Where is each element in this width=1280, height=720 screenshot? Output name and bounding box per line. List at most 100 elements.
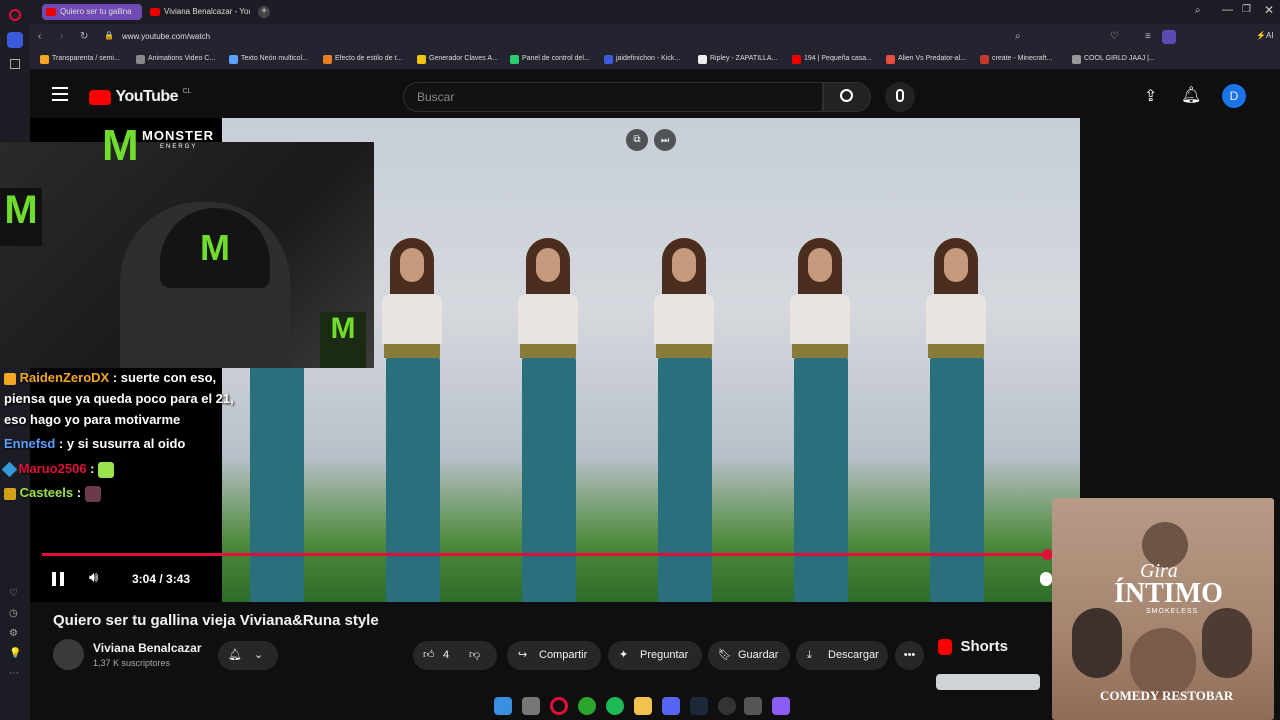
ad-person bbox=[1072, 608, 1122, 678]
home-icon[interactable] bbox=[7, 32, 23, 48]
discord-icon[interactable] bbox=[662, 697, 680, 715]
back-icon[interactable]: ‹ bbox=[38, 31, 41, 42]
settings-taskbar-icon[interactable] bbox=[744, 697, 762, 715]
share-label: Compartir bbox=[539, 649, 588, 661]
bookmark-item[interactable]: Ripley - ZAPATILLA... bbox=[698, 55, 777, 64]
search-input[interactable]: Buscar bbox=[403, 82, 823, 112]
obs-icon[interactable] bbox=[718, 697, 736, 715]
notifications-bell-icon[interactable]: 🔔︎ bbox=[1181, 85, 1201, 105]
bookmark-item[interactable]: Panel de control del... bbox=[510, 55, 590, 64]
forward-icon[interactable]: › bbox=[60, 31, 63, 42]
bookmark-item[interactable]: COOL GIRLD JAAJ |... bbox=[1072, 55, 1155, 64]
url-field[interactable]: www.youtube.com/watch bbox=[122, 32, 210, 41]
opera-logo-icon[interactable] bbox=[9, 9, 21, 21]
subscribe-notifications-button[interactable]: 🔔︎ ⌄ bbox=[218, 641, 278, 670]
chat-badge-icon bbox=[4, 487, 16, 500]
settings-icon[interactable]: ⚙ bbox=[9, 628, 18, 639]
bookmark-icon[interactable]: ♡ bbox=[1110, 31, 1119, 42]
ask-label: Preguntar bbox=[640, 649, 689, 661]
app-taskbar-icon[interactable] bbox=[772, 697, 790, 715]
channel-avatar[interactable] bbox=[53, 639, 84, 670]
dislike-button[interactable]: 👎︎ bbox=[469, 641, 480, 670]
bookmark-item[interactable]: Texto Neón multicol... bbox=[229, 55, 308, 64]
ai-label: AI bbox=[1265, 31, 1274, 40]
voice-search-button[interactable] bbox=[885, 82, 915, 112]
share-button[interactable]: ↪ Compartir bbox=[507, 641, 601, 670]
new-tab-button[interactable]: + bbox=[258, 6, 270, 18]
shorts-thumbnail[interactable] bbox=[936, 674, 1040, 690]
bookmark-item[interactable]: create - Minecraft... bbox=[980, 55, 1052, 64]
chat-badge-icon bbox=[1, 461, 18, 478]
history-icon[interactable]: ◷ bbox=[9, 608, 18, 619]
spotify-icon[interactable] bbox=[606, 697, 624, 715]
monster-can-icon: M bbox=[0, 188, 42, 246]
channel-name[interactable]: Viviana Benalcazar bbox=[93, 641, 202, 655]
steam-icon[interactable] bbox=[690, 697, 708, 715]
bookmark-label: Texto Neón multicol... bbox=[241, 55, 308, 62]
chat-text: : bbox=[90, 461, 95, 476]
chat-message: Casteels : bbox=[4, 485, 101, 502]
close-button[interactable]: ✕ bbox=[1264, 3, 1274, 17]
like-count: 4 bbox=[443, 649, 450, 661]
bookmark-item[interactable]: Transparenta / semi... bbox=[40, 55, 120, 64]
xbox-icon[interactable] bbox=[578, 697, 596, 715]
shorts-header[interactable]: Shorts bbox=[938, 638, 1008, 656]
shorts-label: Shorts bbox=[960, 638, 1008, 656]
chevron-down-icon: ⌄ bbox=[254, 649, 264, 661]
like-button[interactable]: 👍︎ 4 bbox=[413, 641, 463, 670]
upload-icon[interactable]: ⇪ bbox=[1144, 86, 1157, 106]
opera-taskbar-icon[interactable] bbox=[550, 697, 568, 715]
reload-icon[interactable]: ↻ bbox=[80, 31, 88, 42]
maximize-button[interactable]: ❐ bbox=[1242, 4, 1251, 15]
save-button[interactable]: 🔖︎ Guardar bbox=[708, 641, 790, 670]
account-avatar[interactable]: D bbox=[1222, 84, 1246, 108]
heart-icon[interactable]: ♡ bbox=[9, 588, 18, 599]
tips-icon[interactable]: 💡 bbox=[9, 648, 21, 659]
search-tabs-icon[interactable]: ⌕ bbox=[1195, 5, 1201, 16]
tab-channel[interactable]: Viviana Benalcazar - YouT bbox=[146, 4, 250, 20]
ai-button[interactable]: ⚡AI bbox=[1256, 31, 1274, 40]
minimize-button[interactable]: — bbox=[1222, 4, 1233, 16]
download-icon: ⤓ bbox=[807, 649, 812, 661]
profile-icon[interactable] bbox=[1162, 30, 1176, 44]
volume-icon[interactable]: 🔊︎ bbox=[89, 569, 98, 586]
sparkle-icon: ✦ bbox=[619, 649, 629, 661]
miniplayer-button[interactable]: ⧉ bbox=[626, 129, 648, 151]
bookmark-item[interactable]: Alien Vs Predator-al... bbox=[886, 55, 966, 64]
bookmark-item[interactable]: Efecto de estilo de t... bbox=[323, 55, 402, 64]
ad-subtitle: SMOKELESS bbox=[1146, 608, 1199, 615]
pin-icon[interactable] bbox=[10, 59, 20, 69]
bookmark-item[interactable]: Animations Video C... bbox=[136, 55, 215, 64]
promo-ad-card[interactable]: Gira ÍNTIMO SMOKELESS COMEDY RESTOBAR bbox=[1052, 498, 1274, 720]
pause-button[interactable] bbox=[52, 572, 64, 586]
bookmark-item[interactable]: Generador Claves A... bbox=[417, 55, 498, 64]
emote-icon bbox=[84, 485, 101, 502]
youtube-play-icon bbox=[89, 89, 111, 105]
extensions-icon[interactable]: ⌕ bbox=[1015, 31, 1021, 42]
chat-message: Maruo2506 : bbox=[1, 461, 115, 478]
chat-text: : suerte con eso, bbox=[112, 370, 217, 385]
tab-active[interactable]: Quiero ser tu gallina bbox=[42, 4, 142, 20]
windows-start-icon[interactable] bbox=[494, 697, 512, 715]
chat-user: Ennefsd bbox=[4, 436, 56, 451]
download-button[interactable]: ⤓ Descargar bbox=[796, 641, 888, 670]
bookmark-item[interactable]: jaidefinichon - Kick... bbox=[604, 55, 680, 64]
lock-icon: 🔒 bbox=[104, 31, 114, 40]
folder-icon[interactable] bbox=[634, 697, 652, 715]
autoplay-toggle[interactable] bbox=[1040, 572, 1052, 586]
hamburger-menu-icon[interactable] bbox=[52, 87, 68, 101]
more-actions-button[interactable]: ••• bbox=[895, 641, 924, 670]
ask-button[interactable]: ✦ Preguntar bbox=[608, 641, 702, 670]
taskview-icon[interactable] bbox=[522, 697, 540, 715]
bookmark-label: 194 | Pequeña casa... bbox=[804, 55, 872, 62]
bell-icon: 🔔︎ bbox=[228, 649, 242, 661]
bookmark-item[interactable]: 194 | Pequeña casa... bbox=[792, 55, 872, 64]
skip-next-button[interactable]: ⏭ bbox=[654, 129, 676, 151]
chat-message: eso hago yo para motivarme bbox=[4, 412, 181, 427]
more-icon[interactable]: ⋯ bbox=[9, 668, 19, 679]
menu-icon[interactable]: ≡ bbox=[1145, 31, 1151, 42]
search-button[interactable] bbox=[823, 82, 871, 112]
chat-text: : bbox=[76, 485, 82, 500]
progress-bar[interactable] bbox=[42, 553, 1047, 556]
youtube-logo[interactable]: YouTube CL bbox=[89, 88, 191, 106]
